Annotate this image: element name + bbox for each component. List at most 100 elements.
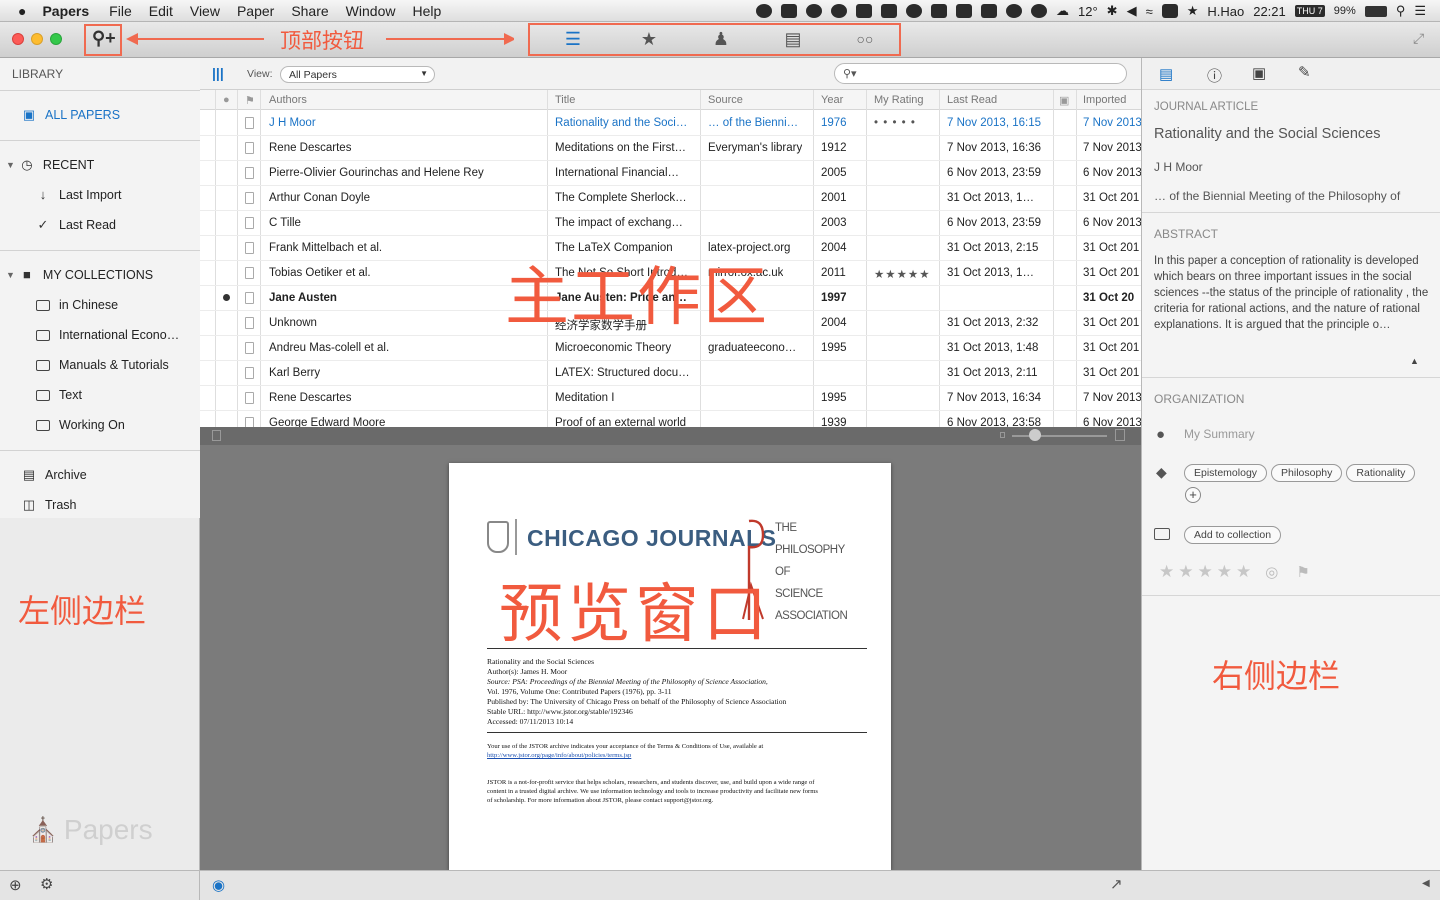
- date-badge[interactable]: THU 7: [1294, 5, 1325, 17]
- bluetooth-icon[interactable]: ✱: [1107, 3, 1118, 19]
- col-rating[interactable]: My Rating: [874, 94, 924, 106]
- favorite-star-icon[interactable]: ★: [1187, 3, 1199, 19]
- battery-level[interactable]: 99%: [1334, 5, 1356, 17]
- table-row[interactable]: Rene Descartes Meditations on the First… E…: [200, 136, 1142, 161]
- lock-column-icon[interactable]: ▣: [1059, 94, 1069, 107]
- notes-tab-icon[interactable]: ✎: [1298, 63, 1311, 81]
- close-window-button[interactable]: [12, 33, 24, 45]
- add-icon[interactable]: ⊕: [9, 876, 22, 894]
- table-row[interactable]: Karl Berry LATEX: Structured docu… 31 Oct …: [200, 361, 1141, 386]
- col-title[interactable]: Title: [555, 94, 575, 106]
- sidebar-item-trash[interactable]: ◫ Trash: [22, 498, 77, 512]
- book-icon[interactable]: ▤: [782, 29, 804, 49]
- person-icon[interactable]: ♟: [710, 29, 732, 49]
- table-row[interactable]: Andreu Mas-colell et al. Microeconomic Th…: [200, 336, 1141, 361]
- col-last-read[interactable]: Last Read: [947, 94, 997, 106]
- rating-star-icon[interactable]: ★: [1178, 562, 1193, 582]
- col-authors[interactable]: Authors: [269, 94, 307, 106]
- sidebar-group-recent[interactable]: ▼ ◷ RECENT: [6, 158, 94, 172]
- sidebar-item-last-import[interactable]: ↓ Last Import: [36, 188, 122, 202]
- app-menu[interactable]: Papers: [42, 3, 89, 19]
- abstract-text[interactable]: In this paper a conception of rationalit…: [1154, 253, 1434, 349]
- columns-icon[interactable]: |||: [212, 65, 224, 81]
- paper-source[interactable]: … of the Biennial Meeting of the Philoso…: [1154, 189, 1434, 203]
- disclosure-triangle-icon[interactable]: ▼: [6, 160, 15, 170]
- unread-dot-icon[interactable]: [223, 294, 230, 301]
- status-icon[interactable]: [805, 4, 822, 18]
- status-icon[interactable]: [755, 4, 772, 18]
- app-status-icon[interactable]: [1161, 4, 1178, 18]
- sidebar-item-collection[interactable]: International Econo…: [36, 328, 179, 342]
- view-select[interactable]: All Papers ▼: [280, 66, 435, 83]
- table-row[interactable]: Rene Descartes Meditation I 1995 7 Nov 2013…: [200, 386, 1142, 411]
- list-icon[interactable]: ☰: [562, 29, 584, 49]
- sidebar-item-all-papers[interactable]: ▣ ALL PAPERS: [22, 108, 120, 122]
- menu-share[interactable]: Share: [291, 3, 328, 19]
- sidebar-item-collection[interactable]: in Chinese: [36, 298, 118, 312]
- add-tag-button[interactable]: +: [1185, 487, 1201, 503]
- menu-edit[interactable]: Edit: [149, 3, 173, 19]
- col-imported[interactable]: Imported: [1083, 94, 1126, 106]
- menu-file[interactable]: File: [109, 3, 132, 19]
- expand-stepper-icon[interactable]: ▲: [1410, 356, 1419, 366]
- rating-star-icon[interactable]: ★: [1159, 562, 1174, 582]
- battery-icon[interactable]: [1364, 5, 1387, 17]
- rating-star-icon[interactable]: ★: [1198, 562, 1213, 582]
- zoom-in-icon[interactable]: [1115, 429, 1125, 441]
- status-icon[interactable]: [955, 4, 972, 18]
- zoom-slider-knob[interactable]: [1029, 429, 1041, 441]
- menu-window[interactable]: Window: [346, 3, 396, 19]
- status-icon[interactable]: [930, 4, 947, 18]
- status-icon[interactable]: [1005, 4, 1022, 18]
- eye-icon[interactable]: ◉: [212, 876, 225, 894]
- status-icon[interactable]: [980, 4, 997, 18]
- star-icon[interactable]: ★: [638, 29, 660, 49]
- supplementary-tab-icon[interactable]: ▣: [1252, 64, 1266, 82]
- minimize-window-button[interactable]: [31, 33, 43, 45]
- search-add-icon[interactable]: ⚲+: [92, 28, 116, 49]
- clock-time[interactable]: 22:21: [1253, 4, 1286, 19]
- status-icon[interactable]: [905, 4, 922, 18]
- sidebar-item-last-read[interactable]: ✓ Last Read: [36, 218, 116, 232]
- status-icon[interactable]: [855, 4, 872, 18]
- rating-star-icon[interactable]: ★: [1236, 562, 1251, 582]
- sidebar-item-collection[interactable]: Text: [36, 388, 82, 402]
- flag-icon[interactable]: ⚑: [1296, 563, 1309, 581]
- gear-icon[interactable]: ⚙: [40, 875, 53, 893]
- disclosure-triangle-icon[interactable]: ▼: [6, 270, 15, 280]
- weather-temp[interactable]: 12°: [1078, 4, 1098, 19]
- share-icon[interactable]: ↗: [1110, 875, 1123, 893]
- wifi-icon[interactable]: ≈: [1146, 4, 1153, 19]
- menu-help[interactable]: Help: [412, 3, 441, 19]
- spotlight-search-icon[interactable]: ⚲: [1396, 3, 1406, 19]
- paper-title[interactable]: Rationality and the Social Sciences: [1154, 126, 1381, 142]
- user-name[interactable]: H.Hao: [1207, 4, 1244, 19]
- page-icon[interactable]: [212, 430, 221, 441]
- rating-stars[interactable]: ★ ★ ★ ★ ★ ◎ ⚑: [1159, 562, 1310, 582]
- info-tab-icon[interactable]: ▤: [1159, 65, 1173, 83]
- zoom-window-button[interactable]: [50, 33, 62, 45]
- rating-star-icon[interactable]: ★: [1217, 562, 1232, 582]
- table-row[interactable]: Pierre-Olivier Gourinchas and Helene Rey…: [200, 161, 1142, 186]
- status-icon[interactable]: [780, 4, 797, 18]
- status-icon[interactable]: [880, 4, 897, 18]
- details-tab-icon[interactable]: ⓘ: [1207, 65, 1222, 86]
- col-year[interactable]: Year: [821, 94, 843, 106]
- sidebar-item-archive[interactable]: ▤ Archive: [22, 468, 87, 482]
- clock-icon[interactable]: [1030, 4, 1047, 18]
- col-source[interactable]: Source: [708, 94, 743, 106]
- priority-icon[interactable]: ◎: [1265, 563, 1278, 581]
- weather-icon[interactable]: ☁: [1056, 3, 1069, 19]
- add-to-collection-button[interactable]: Add to collection: [1184, 526, 1282, 544]
- table-row[interactable]: Arthur Conan Doyle The Complete Sherlock……: [200, 186, 1141, 211]
- zoom-out-icon[interactable]: [1000, 432, 1005, 438]
- sidebar-item-collection[interactable]: Working On: [36, 418, 125, 432]
- search-input[interactable]: ⚲▾: [834, 63, 1127, 84]
- unread-column-icon[interactable]: ●: [223, 94, 230, 106]
- glasses-icon[interactable]: ○○: [854, 30, 876, 48]
- menu-paper[interactable]: Paper: [237, 3, 274, 19]
- zoom-slider[interactable]: [1012, 435, 1107, 437]
- table-row[interactable]: C Tille The impact of exchang… 2003 6 Nov 2…: [200, 211, 1142, 236]
- volume-icon[interactable]: ◀: [1127, 3, 1137, 19]
- tag-chip[interactable]: Epistemology: [1184, 464, 1268, 482]
